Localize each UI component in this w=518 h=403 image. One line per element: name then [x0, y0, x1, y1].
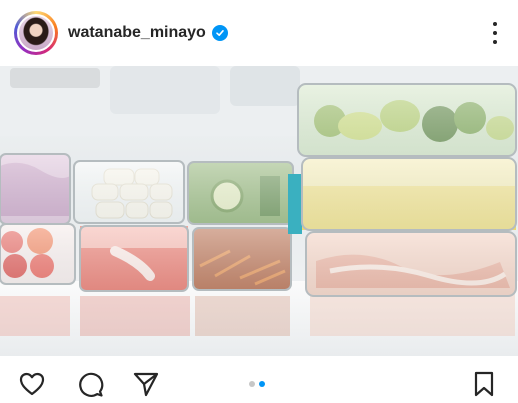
carousel-dot[interactable]: [249, 381, 255, 387]
post-header: watanabe_minayo: [0, 0, 518, 66]
fridge-photo: [0, 66, 518, 356]
comment-icon[interactable]: [76, 370, 104, 398]
post-photo[interactable]: [0, 66, 518, 356]
carousel-indicator: [249, 381, 265, 387]
carousel-dot-active[interactable]: [259, 381, 265, 387]
instagram-post: watanabe_minayo: [0, 0, 518, 401]
avatar[interactable]: [14, 11, 58, 55]
avatar-image: [17, 14, 55, 52]
share-icon[interactable]: [132, 370, 160, 398]
heart-icon[interactable]: [18, 370, 46, 398]
username[interactable]: watanabe_minayo: [68, 24, 206, 42]
bookmark-icon[interactable]: [470, 370, 498, 398]
verified-badge-icon: [211, 25, 228, 41]
post-actions: [0, 356, 518, 401]
ellipsis-vertical-icon[interactable]: [492, 22, 498, 44]
